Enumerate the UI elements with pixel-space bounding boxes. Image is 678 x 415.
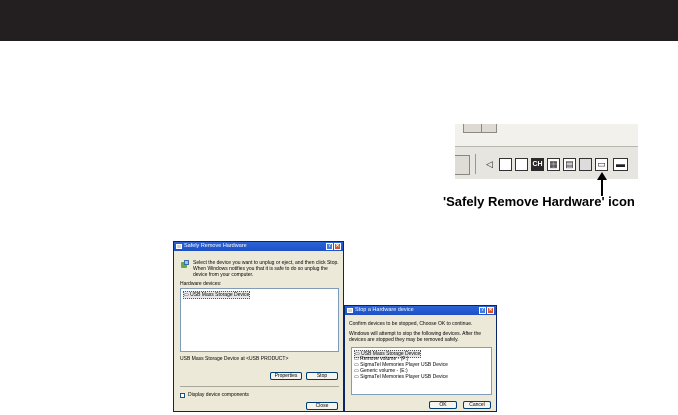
stop-button[interactable]: Stop [306,372,338,380]
hardware-icon [180,260,190,270]
stop-hardware-device-dialog: Stop a Hardware device ? ✕ Confirm devic… [344,305,497,412]
divider [180,386,339,387]
cancel-button[interactable]: Cancel [463,401,491,409]
display-icon[interactable]: ▬ [613,158,628,171]
window-control-button[interactable] [463,124,482,133]
list-item[interactable]: ▭ USB Mass Storage Device [183,291,251,299]
generic-tray-icon[interactable]: ▭ [595,158,608,171]
hardware-device-list[interactable]: ▭ USB Mass Storage Device [180,288,339,352]
tray-divider [475,154,476,174]
dialog-title: Stop a Hardware device [355,307,414,313]
window-icon[interactable] [515,158,528,171]
pointer-arrow-head [597,172,607,180]
confirm-text: Confirm devices to be stopped, Choose OK… [349,321,473,327]
device-description: USB Mass Storage Device at <USB PRODUCT> [180,356,289,362]
window-control-button[interactable] [481,124,497,133]
dialog-title: Safely Remove Hardware [184,243,247,249]
dialog-title-bar: Safely Remove Hardware ? ✕ [174,242,343,251]
safely-remove-hardware-dialog: Safely Remove Hardware ? ✕ Select the de… [173,241,344,412]
hardware-icon [347,308,353,313]
help-button[interactable]: ? [326,243,333,250]
close-button[interactable]: ✕ [334,243,341,250]
language-indicator-icon[interactable]: CH [531,158,544,171]
network-icon[interactable] [499,158,512,171]
safely-remove-hardware-icon[interactable] [579,158,592,171]
devices-to-stop-list[interactable]: ▭ USB Mass Storage Device ▭ Remove volum… [351,347,492,395]
printer-icon[interactable]: ▤ [563,158,576,171]
hardware-devices-label: Hardware devices: [180,281,222,287]
close-dialog-button[interactable]: Close [306,402,338,410]
close-button[interactable]: ✕ [487,307,494,314]
keyboard-icon[interactable]: ▦ [547,158,560,171]
display-components-checkbox[interactable] [180,393,185,398]
properties-button[interactable]: Properties [270,372,302,380]
warning-text: Windows will attempt to stop the followi… [349,331,482,343]
window-edge [455,124,638,147]
help-button[interactable]: ? [479,307,486,314]
icon-caption: 'Safely Remove Hardware' icon [443,194,635,209]
ok-button[interactable]: OK [429,401,457,409]
dialog-title-bar: Stop a Hardware device ? ✕ [345,306,496,315]
list-item[interactable]: ▭ SigmaTel Memories Player USB Device [354,374,448,380]
hardware-icon [176,244,182,249]
instructions-text: Select the device you want to unplug or … [193,260,339,278]
display-components-label: Display device components [188,392,249,398]
taskbar-crop: ◁ CH ▦ ▤ ▭ ▬ [455,124,638,179]
speaker-icon[interactable]: ◁ [483,158,496,171]
system-tray: ◁ CH ▦ ▤ ▭ ▬ [475,152,638,178]
taskbar-button[interactable] [455,155,470,175]
page-header-bar [0,0,678,41]
